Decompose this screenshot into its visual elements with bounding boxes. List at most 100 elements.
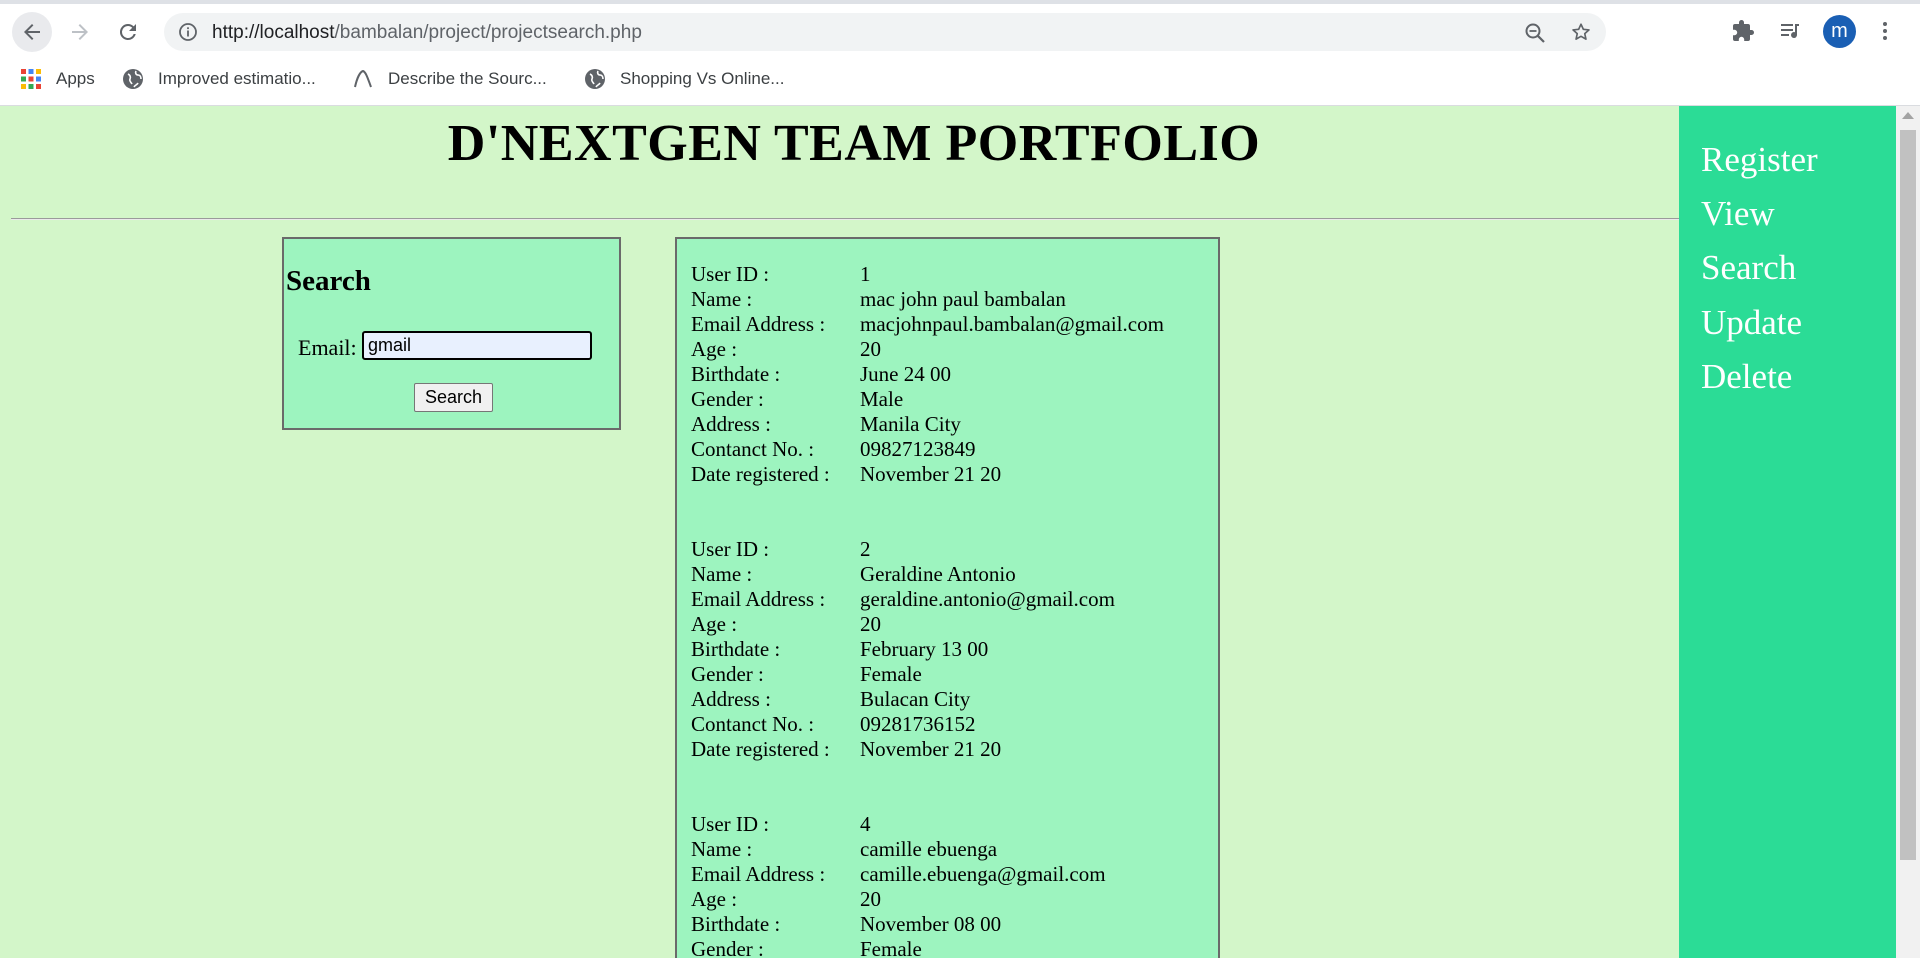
age-label: Age :	[691, 887, 738, 911]
date-registered-value: November 21 20	[860, 737, 1002, 761]
back-button[interactable]	[12, 12, 52, 52]
birthdate-label: Birthdate :	[691, 637, 781, 661]
side-navigation: Register View Search Update Delete	[1679, 106, 1896, 958]
nav-search-link[interactable]: Search	[1701, 248, 1796, 288]
reload-button[interactable]	[108, 12, 148, 52]
bookmark-describe-source[interactable]: Describe the Sourc...	[352, 66, 547, 92]
extensions-icon[interactable]	[1728, 16, 1758, 46]
bookmark-label: Apps	[56, 69, 95, 88]
gender-value: Female	[860, 937, 922, 958]
email-address-value: camille.ebuenga@gmail.com	[860, 862, 1106, 886]
record-row: Contanct No. : 09827123849	[691, 437, 1164, 462]
record-row: User ID : 2	[691, 537, 1115, 562]
record-row: Name : camille ebuenga	[691, 837, 1106, 862]
email-address-label: Email Address :	[691, 862, 826, 886]
search-form-panel: Search Email: Search	[282, 237, 621, 430]
address-label: Address :	[691, 412, 771, 436]
record-row: Email Address : macjohnpaul.bambalan@gmai…	[691, 312, 1164, 337]
search-submit-button[interactable]: Search	[414, 383, 493, 412]
record-row: Contanct No. : 09281736152	[691, 712, 1115, 737]
gender-label: Gender :	[691, 937, 764, 958]
email-address-label: Email Address :	[691, 312, 826, 336]
address-label: Address :	[691, 687, 771, 711]
forward-button[interactable]	[60, 12, 100, 52]
email-address-value: geraldine.antonio@gmail.com	[860, 587, 1115, 611]
email-search-input[interactable]	[362, 331, 592, 360]
bookmark-improved-estimation[interactable]: Improved estimatio...	[122, 66, 316, 92]
name-value: mac john paul bambalan	[860, 287, 1066, 311]
record-row: Birthdate : June 24 00	[691, 362, 1164, 387]
address-bar[interactable]: http://localhost/bambalan/project/projec…	[164, 13, 1606, 51]
record-row: Age : 20	[691, 337, 1164, 362]
record-row: Date registered : November 21 20	[691, 737, 1115, 762]
reload-icon	[119, 23, 136, 40]
bookmark-apps[interactable]: Apps	[20, 66, 95, 92]
result-record-1: User ID :1 Name : mac john paul bambalan …	[691, 262, 1164, 487]
age-value: 20	[860, 887, 881, 911]
birthdate-value: November 08 00	[860, 912, 1002, 936]
arrow-right-icon	[72, 24, 88, 40]
user-id-value: 2	[860, 537, 871, 561]
nav-register-link[interactable]: Register	[1701, 140, 1818, 180]
birthdate-value: June 24 00	[860, 362, 951, 386]
nav-view-link[interactable]: View	[1701, 194, 1775, 234]
bookmark-favicon	[354, 69, 372, 88]
info-icon[interactable]	[178, 22, 198, 42]
apps-grid-icon	[21, 69, 41, 89]
record-row: Gender : Female	[691, 662, 1115, 687]
name-label: Name :	[691, 837, 753, 861]
name-value: camille ebuenga	[860, 837, 998, 861]
email-address-value: macjohnpaul.bambalan@gmail.com	[860, 312, 1164, 336]
record-row: Email Address : geraldine.antonio@gmail.c…	[691, 587, 1115, 612]
page-viewport: D'NEXTGEN TEAM PORTFOLIO Search Email: S…	[0, 106, 1920, 958]
tab-strip-edge	[0, 0, 1920, 4]
date-registered-value: November 21 20	[860, 462, 1002, 486]
globe-icon	[585, 69, 605, 89]
url-text[interactable]: http://localhost/bambalan/project/projec…	[212, 22, 642, 44]
search-heading: Search	[286, 265, 371, 297]
birthdate-value: February 13 00	[860, 637, 989, 661]
user-id-value: 4	[860, 812, 871, 836]
date-registered-label: Date registered :	[691, 462, 830, 486]
record-row: Date registered : November 21 20	[691, 462, 1164, 487]
media-controls-icon[interactable]	[1775, 16, 1805, 46]
profile-avatar[interactable]: m	[1823, 15, 1856, 48]
address-value: Manila City	[860, 412, 961, 436]
url-host: http://localhost	[212, 22, 335, 43]
bookmark-shopping-vs-online[interactable]: Shopping Vs Online...	[584, 66, 784, 92]
record-row: User ID : 1	[691, 262, 1164, 287]
email-address-label: Email Address :	[691, 587, 826, 611]
user-id-label: User ID :	[691, 262, 770, 286]
title-divider	[11, 218, 1679, 220]
bookmark-label: Shopping Vs Online...	[620, 69, 785, 88]
email-label: Email:	[298, 335, 357, 360]
bookmarks-bar: Apps Improved estimatio... Describe the …	[0, 62, 1920, 96]
search-results-panel: User ID :1 Name : mac john paul bambalan …	[675, 237, 1220, 958]
user-id-label: User ID :	[691, 812, 770, 836]
record-row: Name : mac john paul bambalan	[691, 287, 1164, 312]
more-menu-icon[interactable]	[1870, 16, 1900, 46]
date-registered-label: Date registered :	[691, 737, 830, 761]
age-value: 20	[860, 337, 881, 361]
scrollbar-thumb[interactable]	[1900, 130, 1916, 860]
bookmark-star-icon[interactable]	[1570, 21, 1592, 43]
page-title: D'NEXTGEN TEAM PORTFOLIO	[447, 115, 1261, 172]
name-label: Name :	[691, 562, 753, 586]
nav-update-link[interactable]: Update	[1701, 303, 1802, 343]
result-record-3: User ID : 4 Name : camille ebuenga Email A…	[691, 812, 1106, 958]
contact-label: Contanct No. :	[691, 437, 815, 461]
user-id-value: 1	[860, 262, 871, 286]
record-row: Email Address : camille.ebuenga@gmail.com	[691, 862, 1106, 887]
user-id-label: User ID :	[691, 537, 770, 561]
zoom-out-icon[interactable]	[1524, 22, 1546, 44]
nav-delete-link[interactable]: Delete	[1701, 357, 1792, 397]
bookmark-label: Improved estimatio...	[158, 69, 316, 88]
gender-value: Female	[860, 662, 922, 686]
address-value: Bulacan City	[860, 687, 971, 711]
record-row: Age : 20	[691, 887, 1106, 912]
birthdate-label: Birthdate :	[691, 362, 781, 386]
scroll-up-arrow-icon[interactable]	[1902, 112, 1914, 119]
record-row: Name : Geraldine Antonio	[691, 562, 1115, 587]
contact-label: Contanct No. :	[691, 712, 815, 736]
page-scrollbar[interactable]	[1896, 106, 1920, 958]
